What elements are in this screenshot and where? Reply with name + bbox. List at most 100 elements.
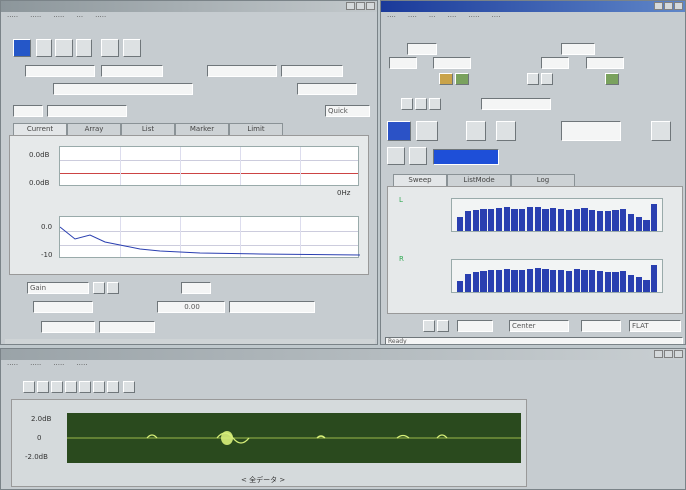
- top-plot-bar: [511, 208, 518, 231]
- plot1-xlabel: 0Hz: [337, 189, 351, 197]
- wave-tool-7[interactable]: [107, 381, 119, 393]
- marker-dropdown[interactable]: Center: [509, 320, 569, 332]
- color-button-2[interactable]: [455, 73, 469, 85]
- plot1-ylabel-top: 0.0dB: [29, 151, 50, 159]
- nav-next-button[interactable]: [437, 320, 449, 332]
- load-button[interactable]: [416, 121, 438, 141]
- flat-dropdown[interactable]: FLAT: [629, 320, 681, 332]
- waveform-display[interactable]: [67, 413, 521, 463]
- channel-b-range[interactable]: [281, 65, 343, 77]
- toolbar-settings-button[interactable]: [101, 39, 119, 57]
- left-window-titlebar[interactable]: [1, 1, 377, 12]
- rate-select-3[interactable]: [541, 57, 569, 69]
- marker-value-field[interactable]: [181, 282, 211, 294]
- save-button[interactable]: [466, 121, 486, 141]
- tab-current[interactable]: Current: [13, 123, 67, 135]
- gain-select[interactable]: [33, 301, 93, 313]
- bottom-plot-bar: [612, 272, 619, 292]
- bottom-plot-bar: [472, 272, 479, 292]
- top-plot-bar: [573, 208, 580, 231]
- toolbar-grid-button[interactable]: [36, 39, 52, 57]
- marker-next-button[interactable]: [107, 282, 119, 294]
- waveform-titlebar[interactable]: [1, 349, 685, 360]
- ch1-select[interactable]: [407, 43, 437, 55]
- range-select[interactable]: [99, 321, 155, 333]
- top-plot-bar: [519, 209, 526, 231]
- wave-tool-6[interactable]: [93, 381, 105, 393]
- toolbar-mark-button[interactable]: [123, 39, 141, 57]
- wave-tool-2[interactable]: [37, 381, 49, 393]
- cross-icon[interactable]: [409, 147, 427, 165]
- rate-select-right[interactable]: [433, 57, 471, 69]
- tab-list[interactable]: List: [121, 123, 175, 135]
- trace-select[interactable]: [47, 105, 127, 117]
- tab-sweep[interactable]: Sweep: [393, 174, 447, 186]
- display-select[interactable]: [13, 105, 43, 117]
- value-display: [561, 121, 621, 141]
- channel-a-range[interactable]: [101, 65, 163, 77]
- fft-button[interactable]: [387, 121, 411, 141]
- scale-button[interactable]: [387, 147, 405, 165]
- tab-limit[interactable]: Limit: [229, 123, 283, 135]
- top-plot-bar: [534, 206, 541, 231]
- toolbar-mode-button[interactable]: [13, 39, 31, 57]
- bar-plot-bottom[interactable]: [451, 259, 663, 293]
- color-button-3[interactable]: [605, 73, 619, 85]
- right-window-titlebar[interactable]: [381, 1, 685, 12]
- plot2-trace: [60, 226, 360, 256]
- frequency-plot-2[interactable]: [59, 216, 360, 258]
- marker-field[interactable]: Gain: [27, 282, 89, 294]
- channel-dropdown[interactable]: [457, 320, 493, 332]
- top-plot-bar: [542, 208, 549, 231]
- tab-listmode[interactable]: ListMode: [447, 174, 511, 186]
- channel-a-select[interactable]: [25, 65, 95, 77]
- rate-select-4[interactable]: [586, 57, 624, 69]
- ref-field[interactable]: [297, 83, 357, 95]
- status-bar-right: Ready: [385, 337, 683, 344]
- left-menubar: ····· ····· ····· ··· ·····: [7, 13, 107, 21]
- ch2-select[interactable]: [561, 43, 595, 55]
- source-field[interactable]: [53, 83, 193, 95]
- tool-button-1[interactable]: [401, 98, 413, 110]
- channel-b-select[interactable]: [207, 65, 277, 77]
- wave-tool-5[interactable]: [79, 381, 91, 393]
- flat-select[interactable]: [581, 320, 621, 332]
- step-prev-button[interactable]: [527, 73, 539, 85]
- waveform-window: ····· ····· ····· ····· 2.0dB 0 -2.0dB < 全デ…: [0, 348, 686, 490]
- search-dropdown[interactable]: Quick: [325, 105, 370, 117]
- bottom-plot-bar: [495, 270, 503, 292]
- mode-select[interactable]: [41, 321, 95, 333]
- top-plot-bar: [464, 211, 472, 231]
- wave-tool-4[interactable]: [65, 381, 77, 393]
- toolbar-stop-button[interactable]: [76, 39, 92, 57]
- tab-log[interactable]: Log: [511, 174, 575, 186]
- color-button-1[interactable]: [439, 73, 453, 85]
- tool-button-2[interactable]: [415, 98, 427, 110]
- tab-marker[interactable]: Marker: [175, 123, 229, 135]
- selected-mode-field[interactable]: [433, 149, 499, 165]
- toolbar-run-button[interactable]: [55, 39, 73, 57]
- top-plot-bar: [565, 210, 573, 231]
- wave-tool-8[interactable]: [123, 381, 135, 393]
- scale-field[interactable]: 0.00: [157, 301, 225, 313]
- bar-plot-top[interactable]: [451, 198, 663, 232]
- bottom-plot-bar: [565, 270, 573, 292]
- rate-select-left[interactable]: [389, 57, 417, 69]
- plot1-ylabel-bottom: 0.0dB: [29, 179, 50, 187]
- marker-prev-button[interactable]: [93, 282, 105, 294]
- wave-tool-1[interactable]: [23, 381, 35, 393]
- tool-button-3[interactable]: [429, 98, 441, 110]
- unit-select[interactable]: [229, 301, 315, 313]
- command-field[interactable]: [481, 98, 551, 110]
- wave-tool-3[interactable]: [51, 381, 63, 393]
- tab-array[interactable]: Array: [67, 123, 121, 135]
- frequency-plot-1[interactable]: [59, 146, 359, 186]
- print-button[interactable]: [496, 121, 516, 141]
- bottom-plot-bar: [589, 270, 596, 292]
- step-next-button[interactable]: [541, 73, 553, 85]
- nav-prev-button[interactable]: [423, 320, 435, 332]
- bottom-plot-bar: [464, 273, 472, 292]
- help-button[interactable]: [651, 121, 671, 141]
- bottom-plot-bar: [457, 280, 464, 292]
- top-plot-bar: [480, 208, 487, 231]
